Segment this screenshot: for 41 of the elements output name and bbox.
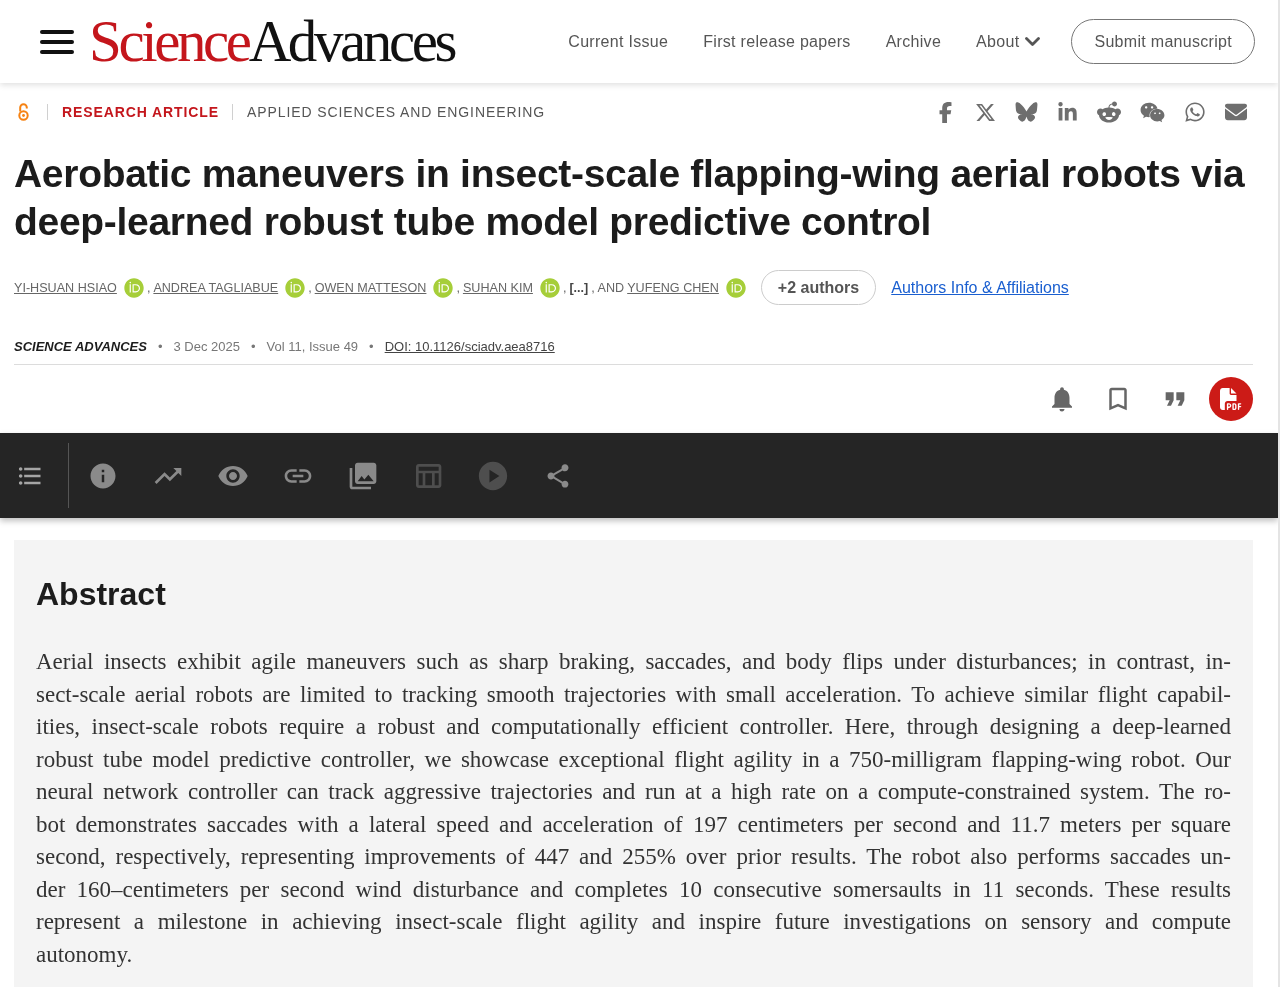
affiliations-link[interactable]: Authors Info & Affiliations (891, 278, 1069, 297)
mail-icon[interactable] (1225, 101, 1247, 123)
author-name-link[interactable]: YUFENG CHEN (627, 280, 719, 295)
meta-separator: • (157, 338, 163, 354)
author-separator: , (146, 280, 151, 295)
meta-separator: • (369, 338, 374, 354)
author-separator: , (308, 280, 312, 295)
menu-icon[interactable] (40, 29, 74, 54)
meta-text: 3 Dec 2025 (173, 338, 240, 354)
abstract-text: Aerial insects exhibit agile maneuvers such as sharp braking, saccades, and body flips under disturbances; in contrast, in- sect-scale aerial robots are limited to tracking smooth trajectories with small acceleration. To achieve similar flight capabil- ities, insect-scale robots require a robust and computationally efficient controller. Here, through designing a deep-learned robust tube model predictive controller, we showcase exceptional flight agility in a 750-milligram flapping-wing robot. Our neural network controller can track aggressive trajectories and run at a high rate on a compute-constrained system. The ro- bot demonstrates saccades with a lateral speed and acceleration of 197 centimeters per second and 11.7 meters per square second, respectively, representing improvements of 447 and 255% over prior results. The robot also performs saccades un- der 160–centimeters per second wind disturbance and completes 10 consecutive somersaults in 11 seconds. These results represent a milestone in achieving insect-scale flight agility and inspire future investigations on sensory and compute autonomy. (36, 648, 1231, 969)
meta-text: Vol 11, Issue 49 (266, 338, 359, 354)
x-logo-icon[interactable] (975, 101, 996, 123)
nav-link[interactable]: Current Issue (568, 32, 669, 51)
abstract-heading: Abstract (36, 576, 167, 612)
nav-link[interactable]: Archive (885, 32, 942, 51)
author-name-link[interactable]: ANDREA TAGLIABUE (153, 280, 279, 295)
doi-link[interactable]: DOI: 10.1126/sciadv.aea8716 (384, 338, 555, 354)
author-separator: , (456, 280, 460, 295)
linkedin-icon[interactable] (1057, 101, 1078, 123)
article-title: Aerobatic maneuvers in insect-scale flapping-wing aerial robots via deep-learned robust tube model predictive control (14, 151, 1246, 245)
journal-name: SCIENCE ADVANCES (14, 338, 147, 354)
chevron-down-icon (1025, 36, 1041, 47)
article-type-label[interactable]: RESEARCH ARTICLE (62, 104, 219, 120)
pdf-button[interactable] (1209, 377, 1253, 421)
author-separator: , (562, 280, 567, 295)
author-name-link[interactable]: OWEN MATTESON (314, 280, 427, 295)
site-logo[interactable]: ScienceAdvances (89, 12, 455, 71)
subject-label[interactable]: APPLIED SCIENCES AND ENGINEERING (247, 104, 545, 120)
whatsapp-icon[interactable] (1184, 101, 1206, 123)
submit-manuscript-button[interactable]: Submit manuscript (1071, 19, 1255, 64)
author-name-link[interactable]: YI-HSUAN HSIAO (14, 280, 117, 295)
pdf-file-icon (1220, 388, 1242, 410)
author-name-link[interactable]: SUHAN KIM (462, 280, 533, 295)
butterfly-icon[interactable] (1015, 102, 1038, 122)
author-separator: , AND (591, 280, 625, 295)
more-authors-button[interactable]: +2 authors (760, 270, 877, 305)
nav-link[interactable]: About (976, 32, 1041, 51)
meta-separator: • (251, 338, 256, 354)
nav-link[interactable]: First release papers (703, 32, 851, 51)
more-authors-ellipsis[interactable]: [...] (569, 280, 589, 295)
reddit-icon[interactable] (1097, 100, 1121, 124)
